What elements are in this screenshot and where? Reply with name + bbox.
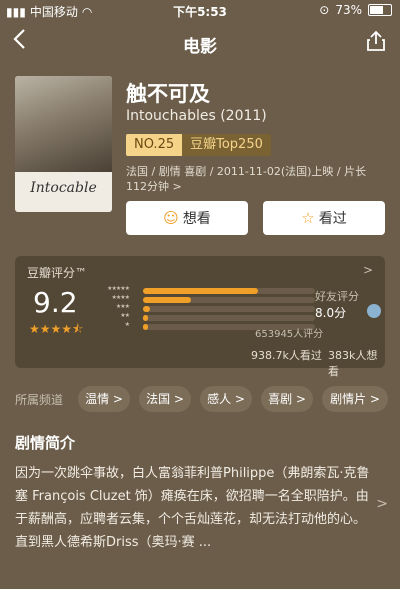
- orientation-lock-icon: ⊙: [319, 3, 330, 17]
- rating-score: 9.2: [33, 286, 78, 319]
- rating-card[interactable]: 豆瓣评分™ > 9.2 ★★★★⯪ ★★★★★ ★★★★ ★★★ ★★ ★ 65…: [15, 256, 385, 378]
- rating-bar-3: [143, 306, 150, 312]
- want-to-watch-button[interactable]: ☺ 想看: [126, 201, 248, 235]
- watched-count: 938.7k人看过: [251, 349, 322, 362]
- rating-bar-4: [143, 297, 192, 303]
- want-icon: ☺: [163, 209, 179, 227]
- stars-4-icon: ★★★★: [111, 294, 130, 301]
- star-outline-icon: ☆: [301, 209, 315, 227]
- friend-rating-label: 好友评分: [315, 290, 359, 303]
- star-icon: ★: [29, 322, 40, 336]
- channel-tag[interactable]: 温情 >: [78, 386, 130, 412]
- rater-count: 653945人评分: [255, 329, 324, 340]
- stars-3-icon: ★★★: [115, 303, 130, 310]
- chevron-left-icon: [13, 29, 25, 49]
- star-icon: ★: [50, 322, 62, 336]
- top250-badge: 豆瓣Top250: [182, 134, 271, 156]
- channel-tag[interactable]: 喜剧 >: [261, 386, 313, 412]
- battery-icon: [368, 4, 392, 16]
- friend-avatar: [367, 304, 381, 318]
- rating-bar-1: [143, 324, 149, 330]
- rating-stars: ★★★★⯪: [29, 320, 83, 341]
- back-button[interactable]: [12, 28, 34, 56]
- star-icon: ★: [39, 322, 51, 336]
- rating-bar-5: [143, 288, 259, 294]
- ranking-badge[interactable]: NO.25 豆瓣Top250: [126, 134, 271, 156]
- status-bar: ▮▮▮ 中国移动 ◠ 下午5:53 ⊙ 73%: [0, 0, 400, 22]
- stars-2-icon: ★★: [120, 312, 130, 319]
- poster-image: [15, 76, 112, 172]
- synopsis-title: 剧情简介: [15, 434, 76, 452]
- movie-meta[interactable]: 法国 / 剧情 喜剧 / 2011-11-02(法国)上映 / 片长112分钟 …: [126, 164, 386, 194]
- rating-bar-2: [143, 315, 149, 321]
- battery-percent: 73%: [335, 3, 362, 17]
- nav-bar: 电影: [0, 24, 400, 60]
- stars-5-icon: ★★★★★: [107, 285, 130, 292]
- friend-rating-score: 8.0分: [315, 306, 347, 320]
- star-icon: ★: [61, 322, 73, 336]
- share-button[interactable]: [366, 30, 388, 54]
- chevron-right-icon[interactable]: >: [376, 496, 388, 512]
- synopsis-text[interactable]: 因为一次跳伞事故，白人富翁菲利普Philippe（弗朗索瓦·克鲁塞 Franço…: [15, 462, 375, 554]
- movie-title: 触不可及: [126, 82, 210, 106]
- page-title: 电影: [183, 37, 217, 57]
- movie-original-title: Intouchables (2011): [126, 108, 267, 124]
- rating-label: 豆瓣评分™: [27, 266, 88, 280]
- channel-tag[interactable]: 法国 >: [139, 386, 191, 412]
- channel-tag[interactable]: 感人 >: [200, 386, 252, 412]
- want-label: 想看: [182, 211, 211, 227]
- movie-poster[interactable]: Intocable: [15, 76, 112, 212]
- watched-button[interactable]: ☆ 看过: [263, 201, 385, 235]
- poster-title-text: Intocable: [30, 180, 97, 196]
- half-star-icon: ⯪: [72, 322, 84, 336]
- channel-tag[interactable]: 剧情片 >: [322, 386, 388, 412]
- rank-badge: NO.25: [126, 134, 183, 156]
- channels-label: 所属频道: [15, 393, 64, 407]
- want-count: 383k人想看: [328, 349, 378, 378]
- chevron-right-icon: >: [362, 263, 373, 277]
- seen-label: 看过: [318, 211, 347, 227]
- channel-tags: 所属频道 温情 > 法国 > 感人 > 喜剧 > 剧情片 >: [0, 386, 400, 412]
- share-icon: [367, 30, 385, 51]
- stars-1-icon: ★: [124, 321, 130, 328]
